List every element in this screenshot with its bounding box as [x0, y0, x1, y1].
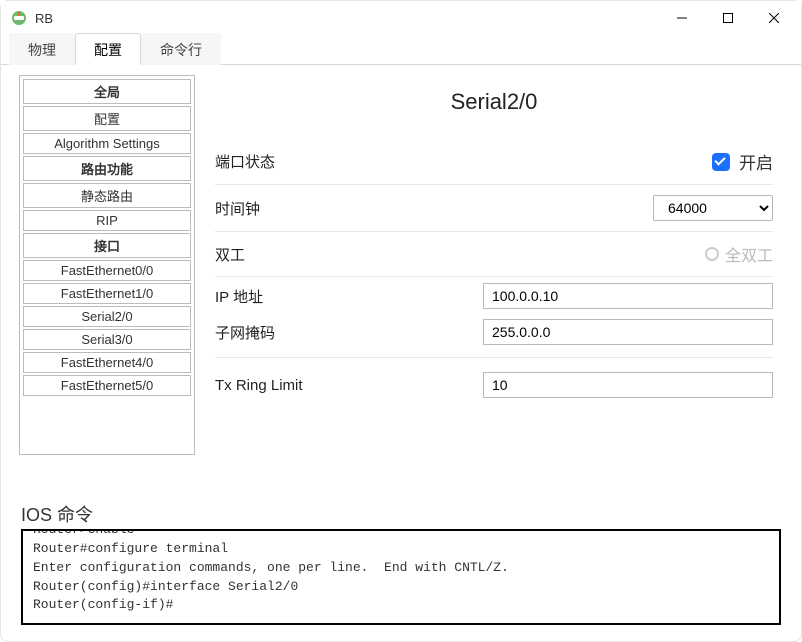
row-mask: 子网掩码: [215, 315, 773, 351]
port-status-on-text: 开启: [739, 149, 773, 174]
sidebar-item-10[interactable]: Serial3/0: [23, 329, 191, 350]
tab-physical[interactable]: 物理: [9, 33, 75, 65]
row-duplex: 双工 全双工: [215, 232, 773, 277]
sidebar-item-4[interactable]: 静态路由: [23, 183, 191, 208]
tab-cli[interactable]: 命令行: [141, 33, 221, 65]
sidebar[interactable]: 全局配置Algorithm Settings路由功能静态路由RIP接口FastE…: [19, 75, 195, 455]
tab-bar: 物理 配置 命令行: [1, 35, 801, 65]
ip-address-input[interactable]: [483, 283, 773, 309]
separator: [215, 357, 773, 358]
radio-icon: [705, 247, 719, 261]
sidebar-item-5[interactable]: RIP: [23, 210, 191, 231]
row-ip: IP 地址: [215, 277, 773, 315]
duplex-label: 双工: [215, 244, 465, 265]
sidebar-item-0[interactable]: 全局: [23, 79, 191, 104]
row-clock: 时间钟 64000: [215, 185, 773, 232]
sidebar-item-7[interactable]: FastEthernet0/0: [23, 260, 191, 281]
window-minimize-button[interactable]: [659, 3, 705, 33]
row-tx: Tx Ring Limit: [215, 362, 773, 408]
sidebar-item-12[interactable]: FastEthernet5/0: [23, 375, 191, 396]
sidebar-item-11[interactable]: FastEthernet4/0: [23, 352, 191, 373]
ios-title: IOS 命令: [21, 501, 781, 527]
ios-section: IOS 命令 Router>enable Router#configure te…: [1, 501, 801, 639]
subnet-mask-input[interactable]: [483, 319, 773, 345]
tab-config[interactable]: 配置: [75, 33, 141, 65]
ip-label: IP 地址: [215, 286, 465, 307]
tx-label: Tx Ring Limit: [215, 377, 465, 394]
mask-label: 子网掩码: [215, 322, 465, 343]
clock-select[interactable]: 64000: [653, 195, 773, 221]
port-status-label: 端口状态: [215, 151, 465, 172]
window-titlebar: RB: [1, 1, 801, 35]
panel-title: Serial2/0: [215, 89, 773, 115]
window-maximize-button[interactable]: [705, 3, 751, 33]
sidebar-item-6[interactable]: 接口: [23, 233, 191, 258]
tx-ring-input[interactable]: [483, 372, 773, 398]
row-port-status: 端口状态 开启: [215, 139, 773, 185]
sidebar-item-9[interactable]: Serial2/0: [23, 306, 191, 327]
app-icon: [11, 10, 27, 26]
main-area: 全局配置Algorithm Settings路由功能静态路由RIP接口FastE…: [1, 65, 801, 495]
sidebar-item-2[interactable]: Algorithm Settings: [23, 133, 191, 154]
sidebar-item-8[interactable]: FastEthernet1/0: [23, 283, 191, 304]
config-panel: Serial2/0 端口状态 开启 时间钟 64000 双工 全双工: [215, 75, 783, 495]
port-status-checkbox[interactable]: [712, 153, 730, 171]
window-title: RB: [35, 11, 53, 26]
duplex-value: 全双工: [725, 242, 773, 266]
ios-console[interactable]: Router>enable Router#configure terminal …: [21, 529, 781, 625]
window-close-button[interactable]: [751, 3, 797, 33]
sidebar-item-1[interactable]: 配置: [23, 106, 191, 131]
duplex-option-full[interactable]: 全双工: [705, 242, 773, 266]
clock-label: 时间钟: [215, 198, 465, 219]
sidebar-item-3[interactable]: 路由功能: [23, 156, 191, 181]
